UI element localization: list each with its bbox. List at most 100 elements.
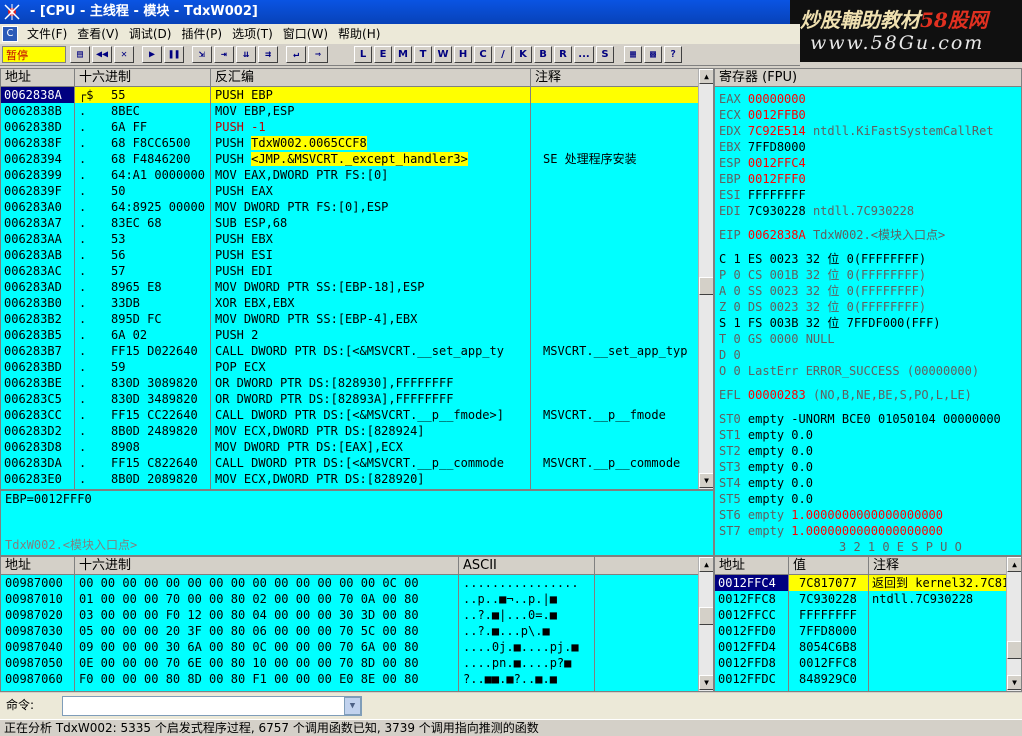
goto-icon[interactable]: ⇒ [308, 46, 328, 63]
stack-row[interactable]: 0012FFCC FFFFFFFF [715, 607, 1006, 623]
flag-row[interactable]: D 0 [719, 347, 741, 363]
window-button[interactable]: T [414, 46, 432, 63]
disasm-row[interactable]: 0062838A ┌$ 55 PUSH EBP [1, 87, 698, 103]
help-icon[interactable]: ? [664, 46, 682, 63]
window-button[interactable]: M [394, 46, 412, 63]
register-ebx[interactable]: EBX 7FFD8000 [719, 139, 806, 155]
register-eax[interactable]: EAX 00000000 [719, 91, 806, 107]
disasm-row[interactable]: 006283DA. FF15 C822640 CALL DWORD PTR DS:[… [1, 455, 698, 471]
disasm-row[interactable]: 0062839F. 50 PUSH EAX [1, 183, 698, 199]
disassembly-pane[interactable]: 地址 十六进制 反汇编 注释 0062838A ┌$ 55 PUSH EBP 00628… [0, 68, 714, 490]
memory-dump-pane[interactable]: 地址 十六进制 ASCII 00987000 00 00 00 00 00 00 … [0, 556, 714, 692]
scroll-thumb[interactable] [1007, 641, 1021, 659]
window-button[interactable]: R [554, 46, 572, 63]
window-button[interactable]: ... [574, 46, 594, 63]
scroll-thumb[interactable] [699, 607, 713, 625]
scroll-down-icon[interactable]: ▼ [699, 675, 713, 690]
scroll-up-icon[interactable]: ▲ [699, 557, 713, 572]
scroll-thumb[interactable] [699, 277, 713, 295]
flag-row[interactable]: A 0 SS 0023 32 位 0(FFFFFFFF) [719, 283, 926, 299]
disasm-row[interactable]: 006283B0. 33DB XOR EBX,EBX [1, 295, 698, 311]
fpu-register[interactable]: ST6 empty 1.0000000000000000000 [719, 507, 943, 523]
pause-icon[interactable]: ❚❚ [164, 46, 184, 63]
menu-item[interactable]: 窗口(W) [278, 24, 333, 44]
command-input[interactable] [62, 696, 362, 716]
register-ecx[interactable]: ECX 0012FFB0 [719, 107, 806, 123]
cpu-window-icon[interactable]: C [2, 26, 18, 42]
disasm-row[interactable]: 00628399. 64:A1 0000000 MOV EAX,DWORD PTR … [1, 167, 698, 183]
layout-icon[interactable]: ▦ [624, 46, 642, 63]
trace-over-icon[interactable]: ⇉ [258, 46, 278, 63]
scroll-up-icon[interactable]: ▲ [1007, 557, 1021, 572]
disasm-scrollbar[interactable]: ▲ ▼ [698, 69, 713, 489]
flag-row[interactable]: T 0 GS 0000 NULL [719, 331, 835, 347]
menu-item[interactable]: 查看(V) [72, 24, 124, 44]
menu-item[interactable]: 插件(P) [176, 24, 227, 44]
window-button[interactable]: E [374, 46, 392, 63]
execute-till-return-icon[interactable]: ↵ [286, 46, 306, 63]
fpu-register[interactable]: ST3 empty 0.0 [719, 459, 813, 475]
register-esi[interactable]: ESI FFFFFFFF [719, 187, 806, 203]
register-efl[interactable]: EFL 00000283 (NO,B,NE,BE,S,PO,L,LE) [719, 387, 972, 403]
dump-header-ascii[interactable]: ASCII [459, 557, 595, 575]
disasm-row[interactable]: 006283BE. 830D 3089820 OR DWORD PTR DS:[82… [1, 375, 698, 391]
stack-row[interactable]: 0012FFDC 848929C0 [715, 671, 1006, 687]
dump-scrollbar[interactable]: ▲ ▼ [698, 557, 713, 691]
menu-item[interactable]: 文件(F) [22, 24, 72, 44]
flag-row[interactable]: C 1 ES 0023 32 位 0(FFFFFFFF) [719, 251, 926, 267]
stack-row[interactable]: 0012FFC4 7C817077 返回到 kernel32.7C817077 [715, 575, 1006, 591]
fpu-register[interactable]: ST2 empty 0.0 [719, 443, 813, 459]
stack-row[interactable]: 0012FFD4 8054C6B8 [715, 639, 1006, 655]
stack-header-comment[interactable]: 注释 [869, 557, 1007, 575]
disasm-row[interactable]: 006283C5. 830D 3489820 OR DWORD PTR DS:[82… [1, 391, 698, 407]
fpu-register[interactable]: ST1 empty 0.0 [719, 427, 813, 443]
disasm-row[interactable]: 006283AA. 53 PUSH EBX [1, 231, 698, 247]
open-icon[interactable]: ▤ [70, 46, 90, 63]
fpu-register[interactable]: ST4 empty 0.0 [719, 475, 813, 491]
register-eip[interactable]: EIP 0062838A TdxW002.<模块入口点> [719, 227, 945, 243]
command-dropdown-icon[interactable]: ▼ [344, 697, 361, 715]
flag-row[interactable]: P 0 CS 001B 32 位 0(FFFFFFFF) [719, 267, 926, 283]
flag-row[interactable]: Z 0 DS 0023 32 位 0(FFFFFFFF) [719, 299, 926, 315]
stack-row[interactable]: 0012FFC8 7C930228 ntdll.7C930228 [715, 591, 1006, 607]
col-header-address[interactable]: 地址 [1, 69, 75, 87]
register-esp[interactable]: ESP 0012FFC4 [719, 155, 806, 171]
info-pane[interactable]: EBP=0012FFF0 TdxW002.<模块入口点> [0, 490, 714, 556]
col-header-disasm[interactable]: 反汇编 [211, 69, 531, 87]
disasm-row[interactable]: 0062838B. 8BEC MOV EBP,ESP [1, 103, 698, 119]
stack-row[interactable]: 0012FFD8 0012FFC8 [715, 655, 1006, 671]
disasm-row[interactable]: 006283CC. FF15 CC22640 CALL DWORD PTR DS:[… [1, 407, 698, 423]
window-button[interactable]: H [454, 46, 472, 63]
fpu-register[interactable]: ST0 empty -UNORM BCE0 01050104 00000000 [719, 411, 1001, 427]
disasm-row[interactable]: 006283BD. 59 POP ECX [1, 359, 698, 375]
disasm-row[interactable]: 0062838D. 6A FF PUSH -1 [1, 119, 698, 135]
stack-scrollbar[interactable]: ▲ ▼ [1006, 557, 1021, 691]
fpu-register[interactable]: ST5 empty 0.0 [719, 491, 813, 507]
disasm-row[interactable]: 006283A7. 83EC 68 SUB ESP,68 [1, 215, 698, 231]
disasm-row[interactable]: 006283AC. 57 PUSH EDI [1, 263, 698, 279]
disasm-row[interactable]: 0062838F. 68 F8CC6500 PUSH TdxW002.0065CCF… [1, 135, 698, 151]
trace-into-icon[interactable]: ⇊ [236, 46, 256, 63]
menu-item[interactable]: 帮助(H) [333, 24, 385, 44]
scroll-up-icon[interactable]: ▲ [699, 69, 713, 84]
register-edx[interactable]: EDX 7C92E514 ntdll.KiFastSystemCallRet [719, 123, 994, 139]
window-button[interactable]: C [474, 46, 492, 63]
flag-row[interactable]: S 1 FS 003B 32 位 7FFDF000(FFF) [719, 315, 941, 331]
close-icon[interactable]: ✕ [114, 46, 134, 63]
disasm-row[interactable]: 006283AD. 8965 E8 MOV DWORD PTR SS:[EBP-18… [1, 279, 698, 295]
scroll-down-icon[interactable]: ▼ [699, 473, 713, 488]
grid-icon[interactable]: ▩ [644, 46, 662, 63]
stack-row[interactable]: 0012FFD0 7FFD8000 [715, 623, 1006, 639]
flag-row[interactable]: O 0 LastErr ERROR_SUCCESS (00000000) [719, 363, 979, 379]
disasm-row[interactable]: 006283A0. 64:8925 00000 MOV DWORD PTR FS:[… [1, 199, 698, 215]
window-button[interactable]: B [534, 46, 552, 63]
window-button[interactable]: / [494, 46, 512, 63]
disasm-row[interactable]: 006283B5. 6A 02 PUSH 2 [1, 327, 698, 343]
disasm-row[interactable]: 00628394. 68 F4846200 PUSH <JMP.&MSVCRT._e… [1, 151, 698, 167]
window-button[interactable]: W [434, 46, 452, 63]
disasm-row[interactable]: 006283B2. 895D FC MOV DWORD PTR SS:[EBP-4]… [1, 311, 698, 327]
run-icon[interactable]: ▶ [142, 46, 162, 63]
stack-pane[interactable]: 地址 值 注释 0012FFC4 7C817077 返回到 kernel32.7C8… [714, 556, 1022, 692]
window-button[interactable]: S [596, 46, 614, 63]
fpu-status-footer[interactable]: 3 2 1 0 E S P U O [839, 539, 962, 555]
